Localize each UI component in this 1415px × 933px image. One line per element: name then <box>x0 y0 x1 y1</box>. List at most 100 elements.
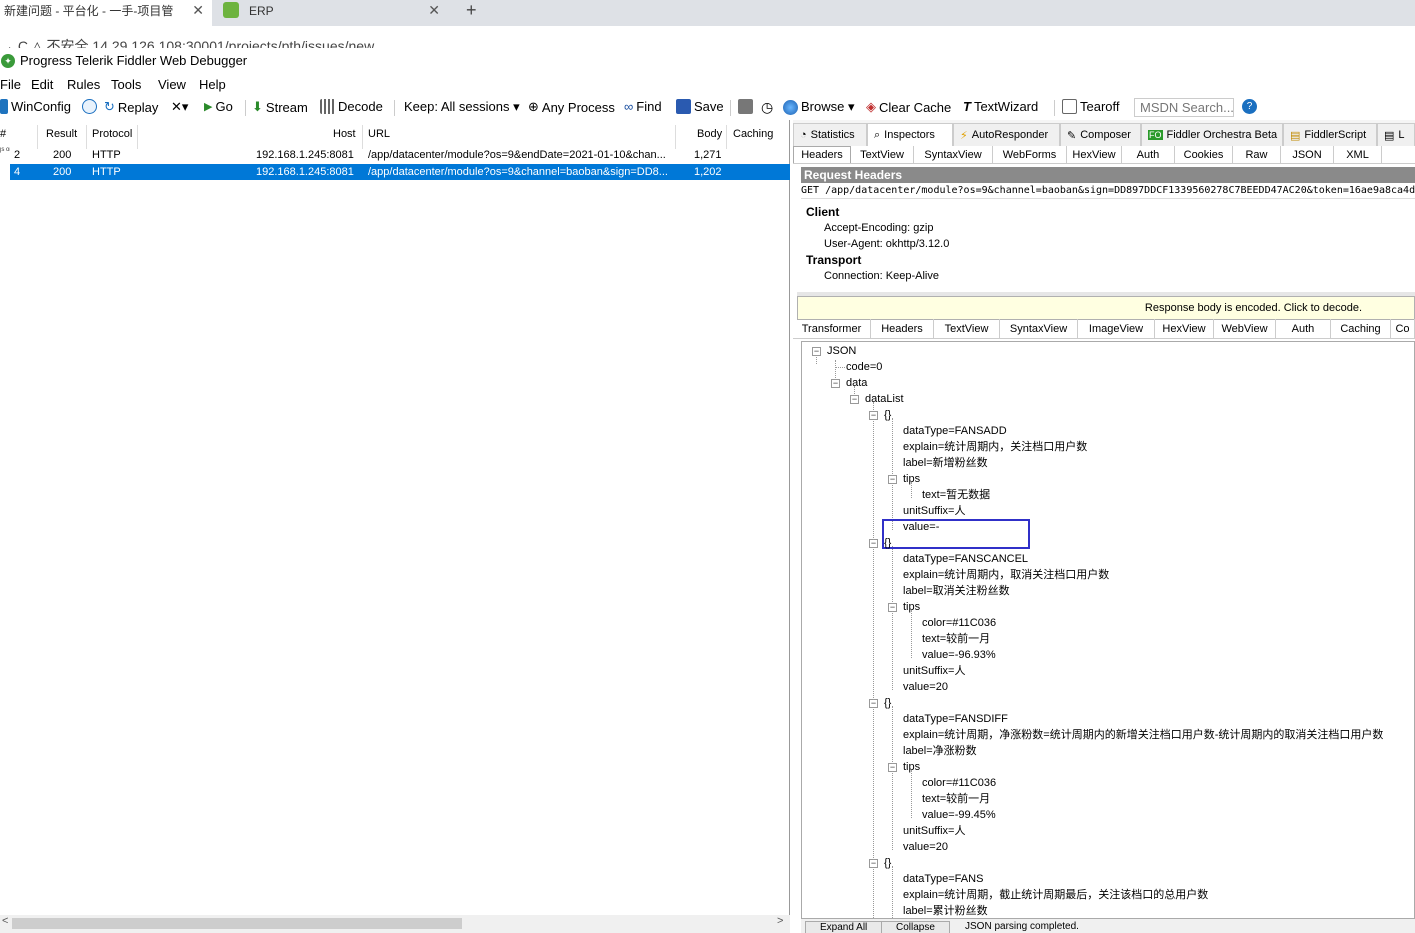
scroll-left-arrow[interactable]: < <box>2 915 8 927</box>
col-protocol[interactable]: Protocol <box>92 128 132 140</box>
req-tab-syntaxview[interactable]: SyntaxView <box>914 146 993 163</box>
help-icon: ? <box>1242 99 1257 114</box>
msdn-search-input[interactable]: MSDN Search... <box>1134 98 1234 117</box>
replay-button[interactable]: ↻ Replay <box>104 99 158 115</box>
resp-tab-imageview[interactable]: ImageView <box>1078 319 1155 338</box>
winconfig-button[interactable]: WinConfig <box>0 99 71 114</box>
req-tab-auth[interactable]: Auth <box>1122 146 1175 163</box>
collapse-toggle[interactable]: − <box>888 475 897 484</box>
clear-cache-button[interactable]: ◈ Clear Cache <box>866 99 951 115</box>
find-button[interactable]: ∞ Find <box>624 99 662 114</box>
horizontal-scrollbar[interactable]: < > <box>0 915 790 933</box>
app-title: Progress Telerik Fiddler Web Debugger <box>20 53 248 68</box>
resp-tab-syntaxview[interactable]: SyntaxView <box>1000 319 1078 338</box>
tab-fiddler-orchestra[interactable]: FO Fiddler Orchestra Beta <box>1141 123 1283 146</box>
col-url[interactable]: URL <box>368 128 390 140</box>
req-tab-xml[interactable]: XML <box>1334 146 1382 163</box>
screenshot-button[interactable] <box>738 99 753 114</box>
scrollbar-thumb[interactable] <box>12 918 462 929</box>
collapse-toggle[interactable]: − <box>812 347 821 356</box>
resp-tab-auth[interactable]: Auth <box>1276 319 1331 338</box>
resp-tab-caching[interactable]: Caching <box>1331 319 1391 338</box>
menu-edit[interactable]: Edit <box>31 77 53 92</box>
close-icon[interactable]: ✕ <box>428 0 440 20</box>
tree-line <box>835 367 845 368</box>
menu-view[interactable]: View <box>158 77 186 92</box>
tab-statistics[interactable]: ◔ Statistics <box>793 123 867 146</box>
address-bar[interactable]: → C △ 不安全 14.29.126.108:30001/projects/p… <box>0 26 1415 48</box>
header-connection: Connection: Keep-Alive <box>824 270 939 282</box>
menu-rules[interactable]: Rules <box>67 77 100 92</box>
menu-help[interactable]: Help <box>199 77 226 92</box>
req-tab-cookies[interactable]: Cookies <box>1175 146 1233 163</box>
remove-button[interactable]: ✕▾ <box>171 99 188 115</box>
comment-button[interactable] <box>82 99 97 114</box>
browser-tab-issue[interactable]: 新建问题 - 平台化 - 一手-项目管 ✕ <box>0 0 212 26</box>
menu-file[interactable]: File <box>0 77 21 92</box>
save-button[interactable]: Save <box>676 99 724 114</box>
session-row[interactable]: js on 2 200 HTTP 192.168.1.245:8081 /app… <box>0 147 790 163</box>
collapse-toggle[interactable]: − <box>888 603 897 612</box>
req-tab-json[interactable]: JSON <box>1281 146 1334 163</box>
json-tree-view[interactable]: − JSON code=0 − data − dataList − {} dat… <box>801 341 1415 919</box>
col-num[interactable]: # <box>0 128 6 140</box>
browser-tab-erp[interactable]: ERP ✕ <box>215 0 448 26</box>
tab-log[interactable]: ▤ L <box>1377 123 1415 146</box>
collapse-toggle[interactable]: − <box>869 539 878 548</box>
keep-sessions-dropdown[interactable]: Keep: All sessions ▾ <box>404 99 520 115</box>
col-body[interactable]: Body <box>697 128 722 140</box>
tab-inspectors[interactable]: ⌕ Inspectors <box>867 123 953 146</box>
req-tab-textview[interactable]: TextView <box>851 146 914 163</box>
json-node: label=净涨粉数 <box>903 745 977 757</box>
browse-button[interactable]: Browse ▾ <box>783 99 855 115</box>
resp-tab-transformer[interactable]: Transformer <box>793 319 871 338</box>
new-tab-button[interactable]: + <box>466 0 477 20</box>
stream-button[interactable]: ⬇ Stream <box>252 99 308 115</box>
req-tab-webforms[interactable]: WebForms <box>993 146 1067 163</box>
textwizard-icon: T <box>963 99 971 114</box>
timer-button[interactable]: ◷ <box>761 99 773 116</box>
sessions-header: # Result Protocol Host URL Body Caching <box>0 125 790 149</box>
collapse-toggle[interactable]: − <box>888 763 897 772</box>
tab-label: FiddlerScript <box>1304 129 1367 141</box>
any-process-button[interactable]: ⊕ Any Process <box>528 99 615 115</box>
tab-fiddlerscript[interactable]: ▤ FiddlerScript <box>1283 123 1377 146</box>
close-icon[interactable]: ✕ <box>192 0 204 20</box>
req-tab-headers[interactable]: Headers <box>793 146 851 163</box>
browser-tab-strip: 新建问题 - 平台化 - 一手-项目管 ✕ ERP ✕ + <box>0 0 1415 26</box>
session-row-selected[interactable]: js on 4 200 HTTP 192.168.1.245:8081 /app… <box>0 164 790 180</box>
col-result[interactable]: Result <box>46 128 77 140</box>
decode-notice-bar[interactable]: Response body is encoded. Click to decod… <box>797 296 1415 320</box>
collapse-toggle[interactable]: − <box>869 699 878 708</box>
camera-icon <box>738 99 753 114</box>
tree-line <box>892 706 893 850</box>
collapse-toggle[interactable]: − <box>869 859 878 868</box>
resp-tab-textview[interactable]: TextView <box>934 319 1000 338</box>
tab-composer[interactable]: ✎ Composer <box>1060 123 1141 146</box>
scroll-right-arrow[interactable]: > <box>777 915 783 927</box>
req-tab-raw[interactable]: Raw <box>1233 146 1281 163</box>
col-host[interactable]: Host <box>333 128 356 140</box>
textwizard-button[interactable]: T TextWizard <box>963 99 1038 114</box>
address-text: → C △ 不安全 14.29.126.108:30001/projects/p… <box>0 38 375 48</box>
collapse-button[interactable]: Collapse <box>881 921 950 933</box>
resp-tab-webview[interactable]: WebView <box>1214 319 1276 338</box>
collapse-toggle[interactable]: − <box>869 411 878 420</box>
request-line: GET /app/datacenter/module?os=9&channel=… <box>801 183 1415 199</box>
menu-tools[interactable]: Tools <box>111 77 141 92</box>
expand-all-button[interactable]: Expand All <box>805 921 883 933</box>
go-button[interactable]: ▶ Go <box>204 99 233 114</box>
save-icon <box>676 99 691 114</box>
resp-tab-cookies[interactable]: Co <box>1391 319 1415 338</box>
help-button[interactable]: ? <box>1242 99 1257 114</box>
collapse-toggle[interactable]: − <box>850 395 859 404</box>
tab-autoresponder[interactable]: ⚡ AutoResponder <box>953 123 1060 146</box>
resp-tab-headers[interactable]: Headers <box>871 319 934 338</box>
decode-button[interactable]: Decode <box>320 99 383 114</box>
tree-line <box>892 866 893 918</box>
collapse-toggle[interactable]: − <box>831 379 840 388</box>
tearoff-button[interactable]: Tearoff <box>1062 99 1120 114</box>
col-caching[interactable]: Caching <box>733 128 773 140</box>
resp-tab-hexview[interactable]: HexView <box>1155 319 1214 338</box>
req-tab-hexview[interactable]: HexView <box>1067 146 1122 163</box>
